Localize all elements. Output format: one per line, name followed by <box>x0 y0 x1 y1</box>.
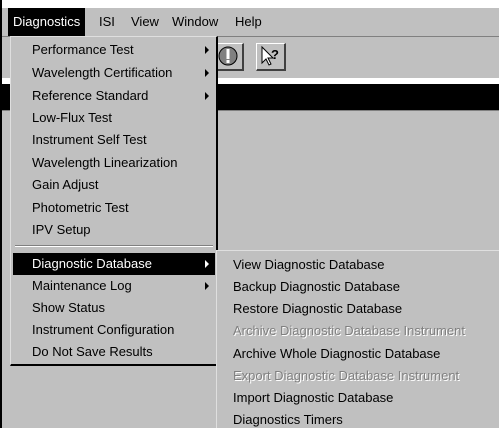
submenu-arrow-icon <box>205 260 209 268</box>
submenu-item-backup-diagnostic-database[interactable]: Backup Diagnostic Database <box>219 276 498 298</box>
menu-diagnostics[interactable]: Diagnostics <box>8 8 86 36</box>
submenu-item-archive-whole-diagnostic-database[interactable]: Archive Whole Diagnostic Database <box>219 343 498 365</box>
menu-item-instrument-configuration[interactable]: Instrument Configuration <box>13 319 215 341</box>
submenu-item-view-diagnostic-database[interactable]: View Diagnostic Database <box>219 254 498 276</box>
menu-item-gain-adjust[interactable]: Gain Adjust <box>13 174 215 196</box>
menu-item-reference-standard[interactable]: Reference Standard <box>13 85 215 107</box>
menu-help[interactable]: Help <box>230 8 267 36</box>
submenu-arrow-icon <box>205 69 209 77</box>
menu-item-show-status[interactable]: Show Status <box>13 297 215 319</box>
menu-item-ipv-setup[interactable]: IPV Setup <box>13 219 215 241</box>
diagnostic-database-submenu: View Diagnostic Database Backup Diagnost… <box>216 250 499 428</box>
menu-window[interactable]: Window <box>167 8 223 36</box>
menu-item-maintenance-log[interactable]: Maintenance Log <box>13 275 215 297</box>
submenu-arrow-icon <box>205 282 209 290</box>
context-help-button[interactable]: ? <box>256 43 286 71</box>
context-help-icon <box>261 45 275 66</box>
help-question-glyph: ? <box>271 47 279 62</box>
stop-button[interactable] <box>214 43 244 71</box>
menu-item-low-flux-test[interactable]: Low-Flux Test <box>13 107 215 129</box>
menu-item-do-not-save-results[interactable]: Do Not Save Results <box>13 341 215 363</box>
menu-bar: Diagnostics ISI View Window Help <box>2 8 499 37</box>
menu-separator <box>15 245 213 247</box>
stop-icon <box>218 46 238 66</box>
diagnostics-menu: Performance Test Wavelength Certificatio… <box>10 36 218 366</box>
submenu-arrow-icon <box>205 46 209 54</box>
menu-item-photometric-test[interactable]: Photometric Test <box>13 197 215 219</box>
menu-item-instrument-self-test[interactable]: Instrument Self Test <box>13 129 215 151</box>
submenu-item-export-diagnostic-database-instrument: Export Diagnostic Database Instrument <box>233 368 460 383</box>
menu-item-performance-test[interactable]: Performance Test <box>13 39 215 61</box>
submenu-item-archive-diagnostic-database-instrument: Archive Diagnostic Database Instrument <box>233 323 465 338</box>
menu-item-diagnostic-database[interactable]: Diagnostic Database <box>13 253 215 275</box>
menu-item-wavelength-certification[interactable]: Wavelength Certification <box>13 62 215 84</box>
submenu-item-restore-diagnostic-database[interactable]: Restore Diagnostic Database <box>219 298 498 320</box>
submenu-item-import-diagnostic-database[interactable]: Import Diagnostic Database <box>219 387 498 409</box>
submenu-arrow-icon <box>205 92 209 100</box>
menu-isi[interactable]: ISI <box>94 8 120 36</box>
menu-item-wavelength-linearization[interactable]: Wavelength Linearization <box>13 152 215 174</box>
menu-view[interactable]: View <box>126 8 164 36</box>
